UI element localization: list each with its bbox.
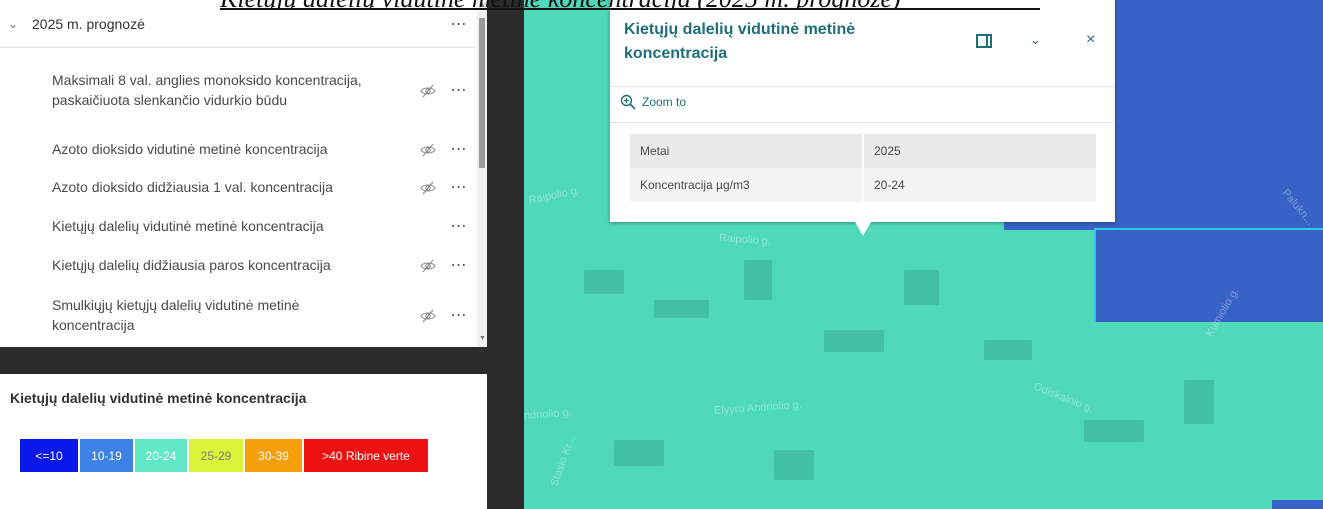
layer-item[interactable]: Azoto dioksido vidutinė metinė koncentra… [0,134,475,164]
layer-group-label: 2025 m. prognozė [32,15,145,32]
scroll-thumb[interactable] [479,18,485,168]
legend-class: 20-24 [134,438,188,473]
layer-item[interactable]: Kietųjų dalelių vidutinė metinė koncentr… [0,211,475,241]
feature-popup: Kietųjų dalelių vidutinė metinė koncentr… [610,0,1115,222]
ellipsis-icon[interactable]: ⋯ [443,305,475,325]
map-building [744,260,772,300]
street-label: Odiskalnio g. [1031,380,1096,416]
street-label: Stasio Kr... [548,433,578,489]
legend-class: 30-39 [244,438,303,473]
legend-class: <=10 [19,438,79,473]
layer-item[interactable]: Maksimali 8 val. anglies monoksido konce… [0,56,475,124]
attribute-key: Metai [630,134,864,168]
eye-slash-icon[interactable] [413,306,443,323]
ellipsis-icon[interactable]: ⋯ [443,255,475,275]
eye-slash-icon[interactable] [413,81,443,98]
map-building [654,300,709,318]
layer-list-panel: ⌄ 2025 m. prognozė ⋯ Maksimali 8 val. an… [0,0,487,347]
legend-class: 25-29 [188,438,244,473]
layer-item[interactable]: Kietųjų dalelių didžiausia paros koncent… [0,250,475,280]
dock-icon[interactable] [976,34,992,48]
layer-label: Kietųjų dalelių vidutinė metinė koncentr… [52,218,324,234]
eye-slash-icon[interactable] [413,178,443,195]
popup-divider [610,122,1115,123]
ellipsis-icon[interactable]: ⋯ [443,177,475,197]
chevron-down-icon[interactable]: ⌄ [8,17,28,31]
panel-separator [0,347,487,374]
popup-divider [610,86,1115,87]
attribute-key: Koncentracija µg/m3 [630,168,864,202]
map-high-zone-corner [1272,500,1323,509]
eye-slash-icon[interactable] [413,140,443,157]
street-label: Raipolio g. [718,232,772,248]
app-root: Kietųjų dalelių vidutinė metinė koncentr… [0,0,1323,509]
street-label: Elyyro Andriolio g. [713,398,803,417]
zoom-to-label: Zoom to [642,95,687,109]
layer-label: Azoto dioksido didžiausia 1 val. koncent… [52,179,333,195]
legend-swatches: <=10 10-19 20-24 25-29 30-39 >40 Ribine … [19,438,429,473]
legend-class: >40 Ribine verte [303,438,429,473]
ellipsis-icon[interactable]: ⋯ [443,80,475,100]
map-building [904,270,939,305]
eye-slash-icon[interactable] [413,256,443,273]
street-label: ndriolio g. [524,406,573,422]
zoom-to-button[interactable]: Zoom to [620,94,686,110]
map-building [584,270,624,294]
legend-panel: Kietųjų dalelių vidutinė metinė koncentr… [0,374,487,509]
popup-title: Kietųjų dalelių vidutinė metinė koncentr… [624,21,856,62]
ellipsis-icon[interactable]: ⋯ [443,14,475,34]
table-row: Metai 2025 [630,134,1096,168]
layer-list-scrollbar[interactable]: ▲ ▼ [477,0,487,347]
layer-item[interactable]: Smulkiųjų kietųjų dalelių vidutinė metin… [0,291,475,339]
layer-label: Kietųjų dalelių didžiausia paros koncent… [52,257,331,273]
street-label: Raipolio g. [527,184,582,207]
layer-label: Azoto dioksido vidutinė metinė koncentra… [52,141,328,157]
map-building [774,450,814,480]
map-building [1184,380,1214,424]
attribute-table: Metai 2025 Koncentracija µg/m3 20-24 [630,134,1096,202]
close-icon[interactable]: × [1086,31,1095,49]
ellipsis-icon[interactable]: ⋯ [443,216,475,236]
attribute-value: 2025 [874,144,901,158]
layer-item[interactable]: Azoto dioksido didžiausia 1 val. koncent… [0,172,475,202]
table-row: Koncentracija µg/m3 20-24 [630,168,1096,202]
layer-label: Smulkiųjų kietųjų dalelių vidutinė metin… [52,297,300,333]
panel-gutter [487,0,524,509]
chevron-down-icon[interactable]: ⌄ [1030,32,1041,48]
legend-class: 10-19 [79,438,134,473]
map-building [1084,420,1144,442]
map-building [824,330,884,352]
map-building [984,340,1032,360]
page-heading: Kietųjų dalelių vidutinė metinė koncentr… [220,0,1040,10]
layer-label: Maksimali 8 val. anglies monoksido konce… [52,72,362,108]
attribute-value: 20-24 [874,178,905,192]
map-building [614,440,664,466]
popup-pointer [855,222,871,236]
map-high-zone-right [1094,228,1323,322]
zoom-in-icon [620,94,636,110]
ellipsis-icon[interactable]: ⋯ [443,139,475,159]
legend-title: Kietųjų dalelių vidutinė metinė koncentr… [10,390,307,406]
scroll-down-icon[interactable]: ▼ [479,335,486,342]
